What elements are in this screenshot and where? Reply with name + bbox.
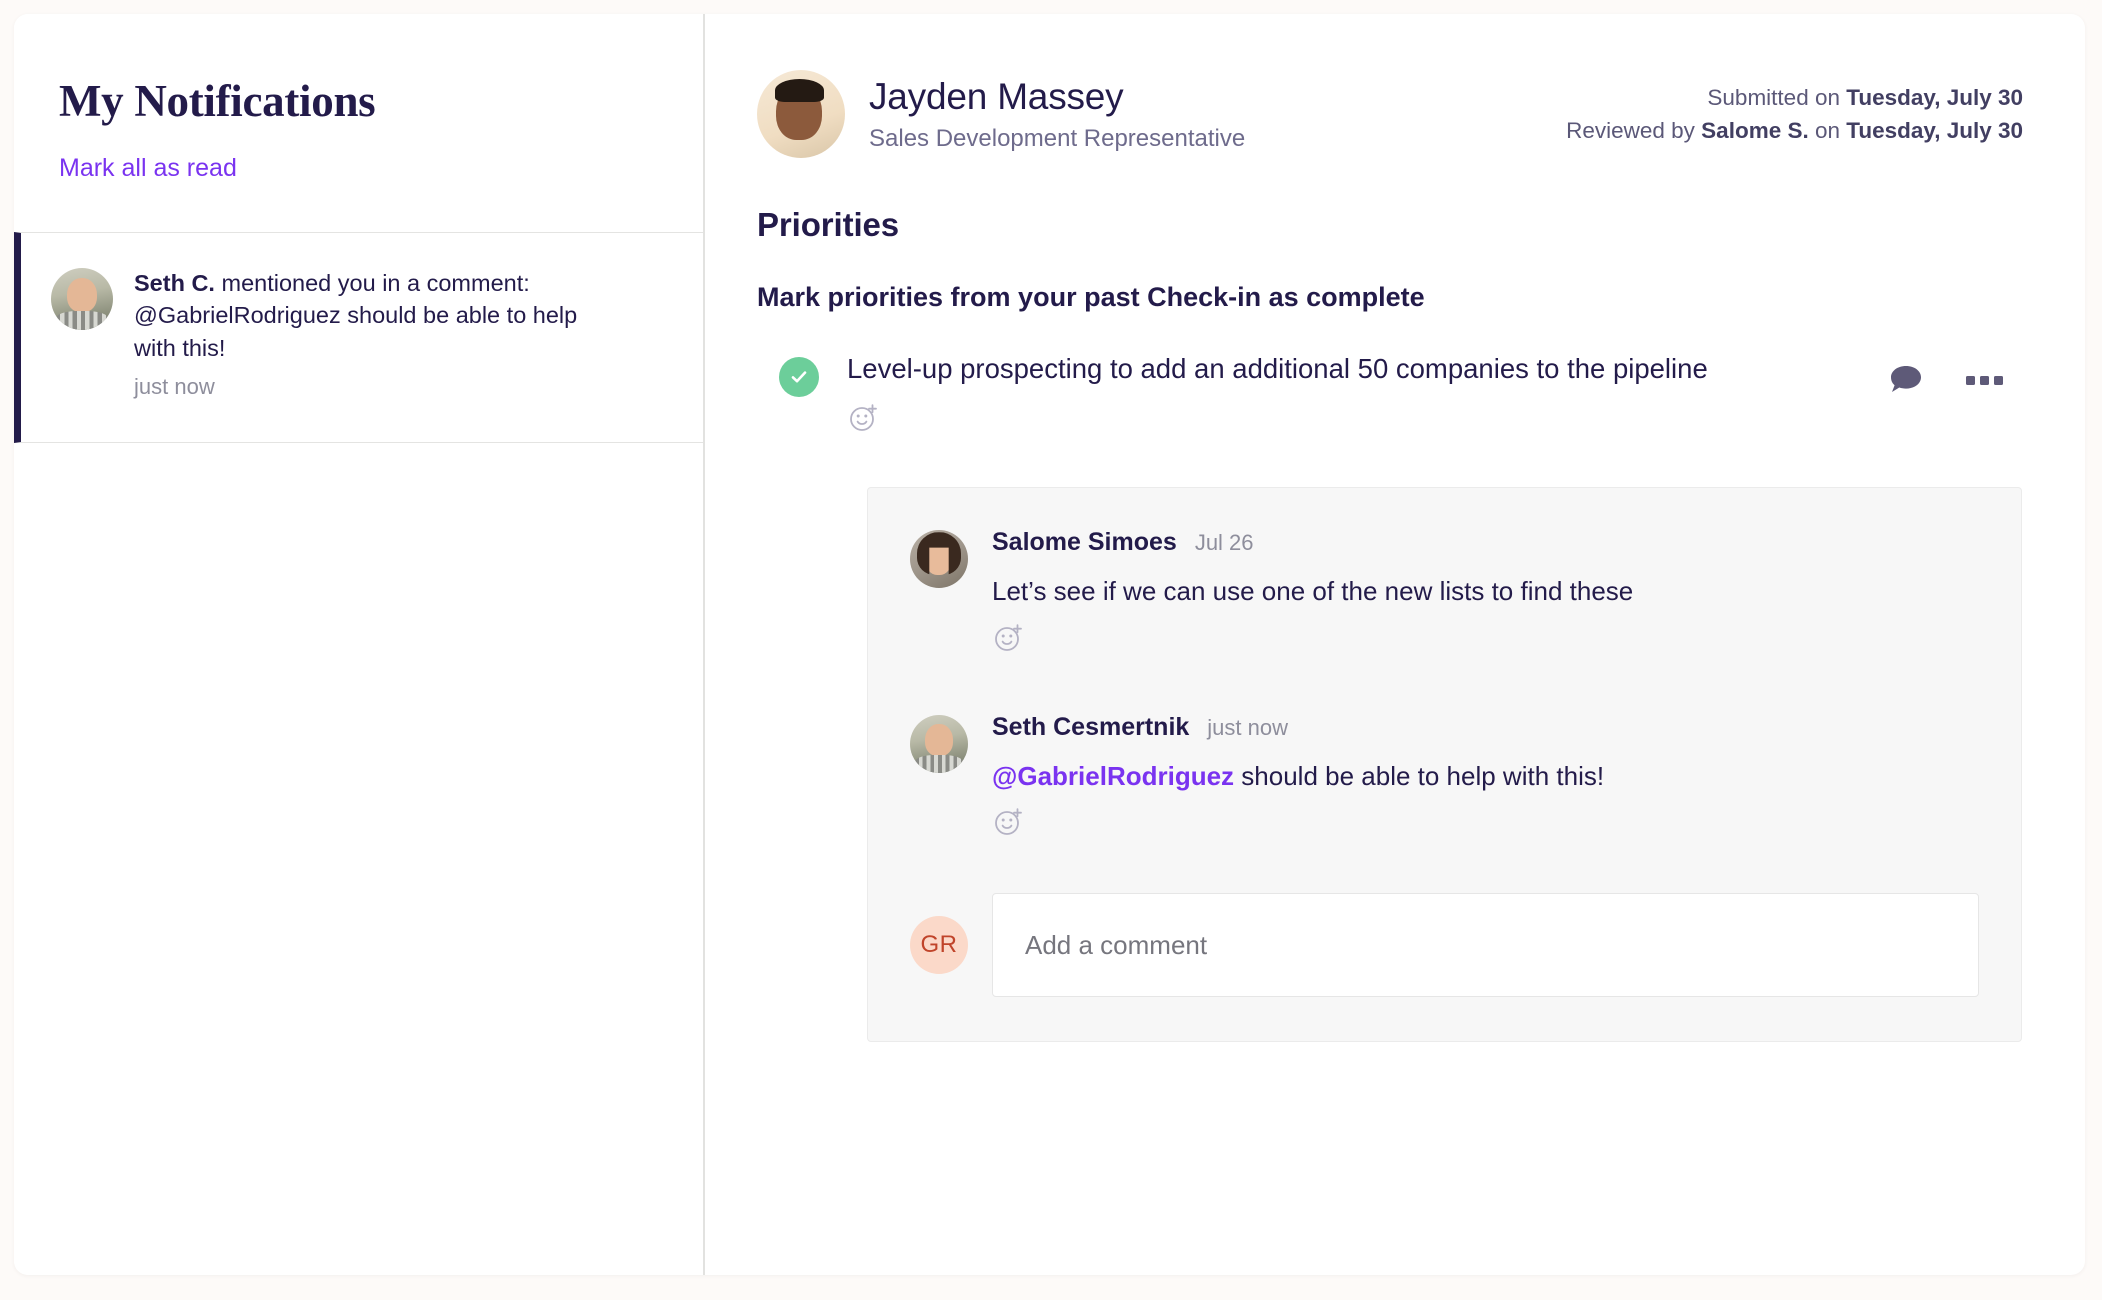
person-role: Sales Development Representative — [869, 124, 1246, 152]
comment-body: Salome Simoes Jul 26 Let’s see if we can… — [992, 528, 1633, 655]
priority-actions — [1889, 349, 2023, 400]
checkmark-icon[interactable] — [779, 357, 819, 397]
comment-timestamp: just now — [1207, 714, 1289, 740]
add-reaction-icon[interactable] — [847, 401, 881, 435]
reviewer-name: Salome S. — [1701, 117, 1809, 143]
avatar — [910, 529, 968, 588]
add-comment-input[interactable] — [992, 893, 1979, 998]
submitted-prefix: Submitted on — [1707, 85, 1847, 110]
list-item: Seth Cesmertnik just now @GabrielRodrigu… — [910, 713, 1979, 840]
app-card: My Notifications Mark all as read Seth C… — [14, 14, 2085, 1275]
more-options-icon[interactable] — [1965, 373, 2005, 391]
page-title: My Notifications — [59, 76, 376, 126]
mark-all-as-read-link[interactable]: Mark all as read — [59, 155, 237, 183]
avatar — [910, 714, 968, 773]
priority-item: Level-up prospecting to add an additiona… — [757, 349, 2023, 435]
main-content: Jayden Massey Sales Development Represen… — [705, 14, 2085, 1275]
comment-timestamp: Jul 26 — [1194, 529, 1254, 555]
reviewed-prefix: Reviewed by — [1566, 117, 1702, 143]
submitted-line: Submitted on Tuesday, July 30 — [1566, 82, 2023, 115]
avatar — [51, 267, 113, 330]
sidebar-header: My Notifications Mark all as read — [14, 14, 703, 183]
comment-author: Seth Cesmertnik — [992, 712, 1190, 741]
comment-header: Salome Simoes Jul 26 — [992, 528, 1633, 557]
comment-author: Salome Simoes — [992, 527, 1177, 556]
notification-actor: Seth C. — [134, 269, 215, 296]
main-header: Jayden Massey Sales Development Represen… — [757, 70, 2023, 158]
comment-body: Seth Cesmertnik just now @GabrielRodrigu… — [992, 713, 1604, 840]
review-meta: Submitted on Tuesday, July 30 Reviewed b… — [1566, 70, 2023, 147]
notification-body: Seth C. mentioned you in a comment: @Gab… — [134, 265, 589, 400]
comment-text-rest: should be able to help with this! — [1234, 760, 1605, 791]
avatar: GR — [910, 916, 968, 975]
add-reaction-icon[interactable] — [992, 621, 1026, 655]
section-subtitle: Mark priorities from your past Check-in … — [757, 282, 1425, 312]
reviewed-line: Reviewed by Salome S. on Tuesday, July 3… — [1566, 115, 2023, 148]
submitted-date: Tuesday, July 30 — [1846, 85, 2023, 110]
notification-text: Seth C. mentioned you in a comment: @Gab… — [134, 267, 589, 364]
reviewed-mid: on — [1808, 117, 1847, 143]
priority-text: Level-up prospecting to add an additiona… — [847, 353, 1708, 384]
list-item[interactable]: Seth C. mentioned you in a comment: @Gab… — [14, 231, 703, 444]
priority-content: Level-up prospecting to add an additiona… — [847, 349, 1708, 435]
add-comment-row: GR — [910, 893, 1979, 998]
notification-timestamp: just now — [134, 374, 215, 400]
person-header: Jayden Massey Sales Development Represen… — [757, 70, 1245, 158]
add-reaction-icon[interactable] — [992, 805, 1026, 839]
notification-list: Seth C. mentioned you in a comment: @Gab… — [14, 231, 703, 444]
comment-text: @GabrielRodriguez should be able to help… — [992, 760, 1604, 794]
comment-thread: Salome Simoes Jul 26 Let’s see if we can… — [867, 486, 2022, 1043]
comment-header: Seth Cesmertnik just now — [992, 713, 1604, 742]
reviewed-date: Tuesday, July 30 — [1846, 117, 2023, 143]
list-item: Salome Simoes Jul 26 Let’s see if we can… — [910, 528, 1979, 655]
notifications-sidebar: My Notifications Mark all as read Seth C… — [14, 14, 705, 1275]
section-title: Priorities — [757, 206, 900, 243]
person-name: Jayden Massey — [869, 76, 1124, 118]
avatar — [757, 70, 845, 158]
comment-text: Let’s see if we can use one of the new l… — [992, 575, 1634, 606]
mention-link[interactable]: @GabrielRodriguez — [992, 761, 1234, 791]
person-identity: Jayden Massey Sales Development Represen… — [869, 75, 1245, 153]
comment-bubble-icon[interactable] — [1889, 363, 1923, 400]
